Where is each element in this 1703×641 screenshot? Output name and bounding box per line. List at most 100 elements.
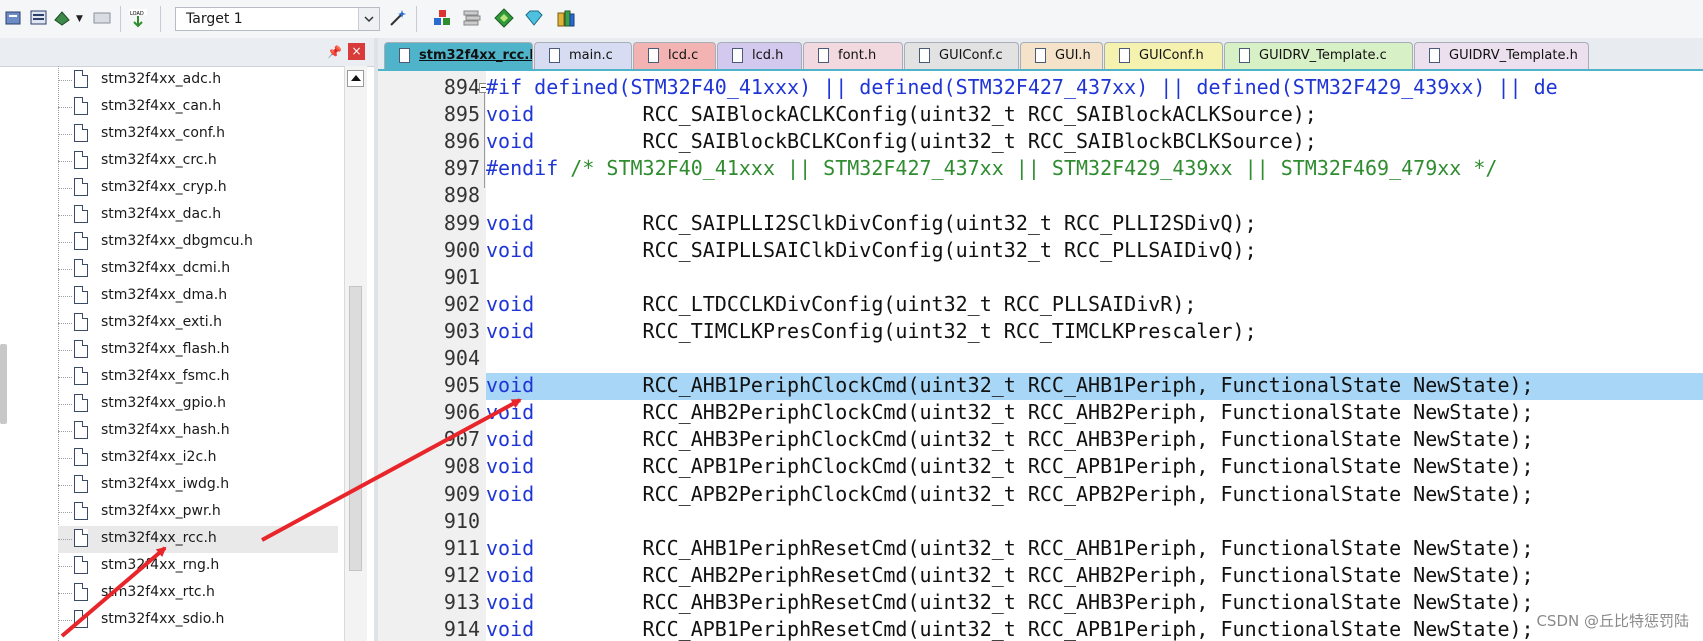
tree-file-item[interactable]: stm32f4xx_iwdg.h	[58, 472, 338, 499]
keyword: void	[486, 454, 535, 479]
scrollbar-thumb[interactable]	[349, 286, 362, 571]
batch-icon[interactable]	[29, 8, 49, 28]
tree-file-label: stm32f4xx_adc.h	[101, 71, 222, 87]
file-icon	[74, 151, 88, 169]
tree-file-item[interactable]: stm32f4xx_dcmi.h	[58, 256, 338, 283]
keyword: void	[486, 373, 535, 398]
tree-file-item[interactable]: stm32f4xx_gpio.h	[58, 391, 338, 418]
options-icon[interactable]	[52, 8, 72, 28]
code-line[interactable]: void RCC_SAIBlockBCLKConfig(uint32_t RCC…	[486, 129, 1703, 156]
tree-file-item[interactable]: stm32f4xx_rcc.h	[58, 526, 338, 553]
code-text: RCC_AHB3PeriphResetCmd(uint32_t RCC_AHB3…	[534, 589, 1534, 614]
code-text-area[interactable]: #if defined(STM32F40_41xxx) || defined(S…	[486, 71, 1703, 641]
code-line[interactable]	[486, 265, 1703, 292]
code-line[interactable]: #endif /* STM32F40_41xxx || STM32F427_43…	[486, 156, 1703, 183]
file-icon	[74, 286, 88, 304]
code-line[interactable]: void RCC_TIMCLKPresConfig(uint32_t RCC_T…	[486, 319, 1703, 346]
pack-installer-icon[interactable]	[432, 8, 452, 28]
tree-file-item[interactable]: stm32f4xx_cryp.h	[58, 175, 338, 202]
tab-main-c[interactable]: main.c	[534, 42, 632, 69]
code-line[interactable]: void RCC_SAIPLLI2SClkDivConfig(uint32_t …	[486, 211, 1703, 238]
code-text: RCC_TIMCLKPresConfig(uint32_t RCC_TIMCLK…	[534, 318, 1257, 343]
code-line[interactable]: void RCC_APB2PeriphClockCmd(uint32_t RCC…	[486, 482, 1703, 509]
code-line[interactable]	[486, 509, 1703, 536]
code-line[interactable]	[486, 346, 1703, 373]
build-icon[interactable]	[4, 8, 24, 28]
keyword: void	[486, 237, 535, 262]
file-icon	[74, 259, 88, 277]
chevron-down-icon[interactable]	[358, 8, 379, 30]
tree-file-label: stm32f4xx_sdio.h	[101, 611, 225, 627]
tree-connector	[58, 296, 72, 297]
code-line[interactable]	[486, 183, 1703, 210]
tree-file-item[interactable]: stm32f4xx_rtc.h	[58, 580, 338, 607]
code-line[interactable]: void RCC_AHB3PeriphResetCmd(uint32_t RCC…	[486, 590, 1703, 617]
tab-label: GUIDRV_Template.h	[1449, 48, 1578, 63]
project-panel-scrollbar[interactable]	[344, 66, 367, 641]
tab-stm32f4xx-rcc-h[interactable]: stm32f4xx_rcc.h	[384, 42, 533, 69]
tree-file-item[interactable]: stm32f4xx_hash.h	[58, 418, 338, 445]
code-text: RCC_AHB2PeriphClockCmd(uint32_t RCC_AHB2…	[534, 400, 1534, 425]
tree-file-item[interactable]: stm32f4xx_i2c.h	[58, 445, 338, 472]
code-line[interactable]: void RCC_SAIBlockACLKConfig(uint32_t RCC…	[486, 102, 1703, 129]
tree-connector	[58, 350, 72, 351]
scroll-up-arrow-icon[interactable]	[347, 70, 364, 87]
tab-guiconf-c[interactable]: GUIConf.c	[904, 42, 1019, 69]
tree-file-item[interactable]: stm32f4xx_crc.h	[58, 148, 338, 175]
code-line[interactable]: void RCC_APB1PeriphResetCmd(uint32_t RCC…	[486, 617, 1703, 641]
tree-connector	[58, 620, 72, 621]
code-line[interactable]: void RCC_SAIPLLSAIClkDivConfig(uint32_t …	[486, 238, 1703, 265]
line-number: 897	[443, 156, 480, 181]
tab-guidrv-template-c[interactable]: GUIDRV_Template.c	[1224, 42, 1413, 69]
code-line[interactable]: void RCC_LTDCCLKDivConfig(uint32_t RCC_P…	[486, 292, 1703, 319]
tree-file-item[interactable]: stm32f4xx_can.h	[58, 94, 338, 121]
wand-icon[interactable]	[388, 8, 408, 28]
books-icon[interactable]	[556, 8, 576, 28]
keyword: void	[486, 318, 535, 343]
options-dropdown-icon[interactable]: ▼	[76, 14, 83, 24]
close-icon[interactable]: ×	[348, 43, 365, 60]
tree-file-item[interactable]: stm32f4xx_adc.h	[58, 67, 338, 94]
tree-file-item[interactable]: stm32f4xx_dac.h	[58, 202, 338, 229]
file-icon	[74, 610, 88, 628]
code-line[interactable]: void RCC_AHB2PeriphClockCmd(uint32_t RCC…	[486, 400, 1703, 427]
panel-edge-handle[interactable]	[0, 344, 7, 424]
file-icon	[74, 97, 88, 115]
tab-gui-h[interactable]: GUI.h	[1020, 42, 1103, 69]
tree-file-item[interactable]: stm32f4xx_sdio.h	[58, 607, 338, 634]
tab-guidrv-template-h[interactable]: GUIDRV_Template.h	[1414, 42, 1589, 69]
tree-file-item[interactable]: stm32f4xx_fsmc.h	[58, 364, 338, 391]
code-line[interactable]: void RCC_AHB2PeriphResetCmd(uint32_t RCC…	[486, 563, 1703, 590]
tree-file-item[interactable]: stm32f4xx_rng.h	[58, 553, 338, 580]
tree-file-item[interactable]: stm32f4xx_dbgmcu.h	[58, 229, 338, 256]
load-icon[interactable]: LOAD	[128, 8, 148, 28]
download-icon[interactable]	[92, 8, 112, 28]
tree-file-item[interactable]: stm32f4xx_dma.h	[58, 283, 338, 310]
manage-icon[interactable]	[462, 8, 482, 28]
tab-lcd-h[interactable]: lcd.h	[717, 42, 802, 69]
tab-guiconf-h[interactable]: GUIConf.h	[1104, 42, 1223, 69]
tree-file-item[interactable]: stm32f4xx_pwr.h	[58, 499, 338, 526]
code-line[interactable]: void RCC_AHB1PeriphResetCmd(uint32_t RCC…	[486, 536, 1703, 563]
pin-icon[interactable]: 📌	[327, 45, 342, 59]
tab-lcd-c[interactable]: lcd.c	[633, 42, 716, 69]
tree-connector	[58, 161, 72, 162]
line-number: 908	[443, 454, 480, 479]
tree-file-item[interactable]: stm32f4xx_flash.h	[58, 337, 338, 364]
line-number-gutter: 894 895 896 897 898 899 900 901 902 903 904 905 906 9…	[378, 71, 489, 641]
diamond-icon[interactable]	[524, 8, 544, 28]
code-line[interactable]: void RCC_AHB3PeriphClockCmd(uint32_t RCC…	[486, 427, 1703, 454]
tree-connector	[58, 404, 72, 405]
tree-file-label: stm32f4xx_rng.h	[101, 557, 220, 573]
tab-label: stm32f4xx_rcc.h	[419, 48, 533, 63]
target-select[interactable]: Target 1	[175, 7, 380, 31]
highlighted-code-line[interactable]: void RCC_AHB1PeriphClockCmd(uint32_t RCC…	[486, 373, 1703, 401]
tab-font-h[interactable]: font.h	[803, 42, 903, 69]
tree-file-label: stm32f4xx_pwr.h	[101, 503, 221, 519]
tree-file-label: stm32f4xx_fsmc.h	[101, 368, 230, 384]
tree-file-item[interactable]: stm32f4xx_conf.h	[58, 121, 338, 148]
components-icon[interactable]	[494, 8, 514, 28]
code-line[interactable]: void RCC_APB1PeriphClockCmd(uint32_t RCC…	[486, 454, 1703, 481]
tree-file-item[interactable]: stm32f4xx_exti.h	[58, 310, 338, 337]
code-line[interactable]: #if defined(STM32F40_41xxx) || defined(S…	[486, 75, 1703, 102]
